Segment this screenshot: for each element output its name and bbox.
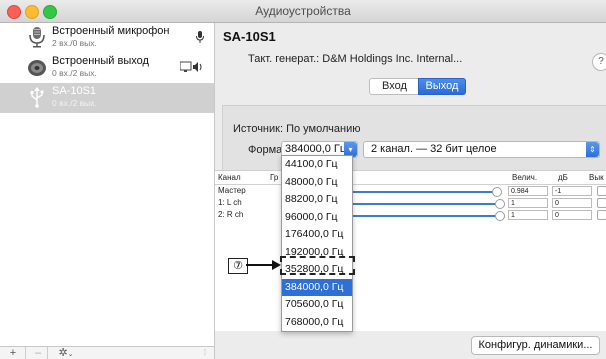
menu-item[interactable]: 44100,0 Гц (282, 156, 352, 174)
title-bar: Аудиоустройства (0, 0, 606, 23)
device-io: 0 вх./2 вых. (52, 68, 97, 78)
volume-slider-knob[interactable] (492, 187, 502, 197)
sidebar-toolbar: + – ✲⌄ ⁞ (0, 346, 215, 359)
column-header-volume: Гр (270, 173, 279, 182)
menu-item[interactable]: 48000,0 Гц (282, 174, 352, 192)
column-header-db: дБ (558, 173, 568, 182)
table-row: Мастер 0.984 -1 (215, 186, 606, 197)
volume-slider-knob[interactable] (495, 199, 505, 209)
format-dropdown-menu: 44100,0 Гц 48000,0 Гц 88200,0 Гц 96000,0… (281, 155, 353, 332)
channel-name: 1: L ch (218, 198, 242, 207)
separator (25, 347, 26, 359)
audio-devices-window: Аудиоустройства Встроенный микрофон 2 вх… (0, 0, 606, 359)
value-field[interactable]: 1 (508, 210, 548, 220)
menu-item[interactable]: 176400,0 Гц (282, 226, 352, 244)
remove-device-button[interactable]: – (30, 347, 46, 359)
source-label: Источник: По умолчанию (233, 123, 361, 135)
device-name: SA-10S1 (52, 85, 97, 97)
db-field[interactable]: 0 (552, 210, 592, 220)
channel-name: 2: R ch (218, 210, 244, 219)
window-title: Аудиоустройства (255, 4, 351, 18)
help-button[interactable]: ? (592, 53, 606, 71)
channel-format-value: 2 канал. — 32 бит целое (371, 143, 497, 155)
device-item-builtin-output[interactable]: Встроенный выход 0 вх./2 вых. (0, 53, 214, 83)
callout-arrow-icon (246, 260, 281, 270)
table-row: 2: R ch 1 0 (215, 210, 606, 221)
resize-grip-icon[interactable]: ⁞ (200, 347, 210, 359)
format-value: 384000,0 Гц (285, 143, 347, 155)
tab-input[interactable]: Вход (369, 78, 420, 95)
callout-label: ⑦ (228, 258, 248, 274)
column-header-channel: Канал (218, 173, 241, 182)
up-down-chevron-icon: ⇕ (586, 142, 599, 157)
configure-speakers-button[interactable]: Конфигур. динамики... (471, 336, 600, 355)
value-field[interactable]: 1 (508, 198, 548, 208)
speaker-icon (27, 56, 47, 78)
menu-item[interactable]: 96000,0 Гц (282, 209, 352, 227)
volume-slider-knob[interactable] (495, 211, 505, 221)
mute-checkbox[interactable] (597, 210, 606, 220)
menu-item[interactable]: 768000,0 Гц (282, 314, 352, 332)
mic-small-icon (196, 31, 204, 46)
device-io: 0 вх./2 вых. (52, 98, 97, 108)
header-divider (215, 184, 606, 185)
add-device-button[interactable]: + (2, 347, 24, 359)
microphone-icon (27, 26, 47, 48)
menu-item[interactable]: 705600,0 Гц (282, 296, 352, 314)
device-name: Встроенный микрофон (52, 25, 170, 37)
usb-icon (27, 86, 47, 108)
menu-item[interactable]: 352800,0 Гц (282, 261, 352, 279)
separator (47, 347, 48, 359)
db-field[interactable]: 0 (552, 198, 592, 208)
value-field[interactable]: 0.984 (508, 186, 548, 196)
column-header-value: Велич. (512, 173, 538, 182)
mute-checkbox[interactable] (597, 186, 606, 196)
channel-name: Мастер (218, 186, 246, 195)
menu-item-selected[interactable]: 384000,0 Гц (282, 278, 352, 296)
clock-source-label: Такт. генерат.: D&M Holdings Inc. Intern… (248, 53, 463, 65)
device-item-sa10s1[interactable]: SA-10S1 0 вх./2 вых. (0, 83, 214, 113)
tab-output[interactable]: Выход (418, 78, 466, 95)
db-field[interactable]: -1 (552, 186, 592, 196)
menu-item[interactable]: 88200,0 Гц (282, 191, 352, 209)
device-io: 2 вх./0 вых. (52, 38, 97, 48)
gear-icon: ✲ (58, 347, 68, 359)
menu-item[interactable]: 192000,0 Гц (282, 244, 352, 262)
channel-format-popup[interactable]: 2 канал. — 32 бит целое ⇕ (363, 141, 600, 158)
chevron-down-icon: ⌄ (67, 351, 74, 358)
device-item-builtin-mic[interactable]: Встроенный микрофон 2 вх./0 вых. (0, 23, 214, 53)
device-name: Встроенный выход (52, 55, 149, 67)
gear-menu-button[interactable]: ✲⌄ (53, 347, 79, 359)
mute-checkbox[interactable] (597, 198, 606, 208)
device-list: Встроенный микрофон 2 вх./0 вых. Встроен… (0, 23, 215, 346)
column-header-mute: Вык (589, 173, 604, 182)
display-speaker-icon (179, 61, 204, 76)
device-title: SA-10S1 (223, 29, 276, 44)
channel-table: Канал Гр Велич. дБ Вык Мастер 0.984 -1 1… (215, 170, 606, 331)
device-details: SA-10S1 Такт. генерат.: D&M Holdings Inc… (215, 23, 606, 359)
table-row: 1: L ch 1 0 (215, 198, 606, 209)
